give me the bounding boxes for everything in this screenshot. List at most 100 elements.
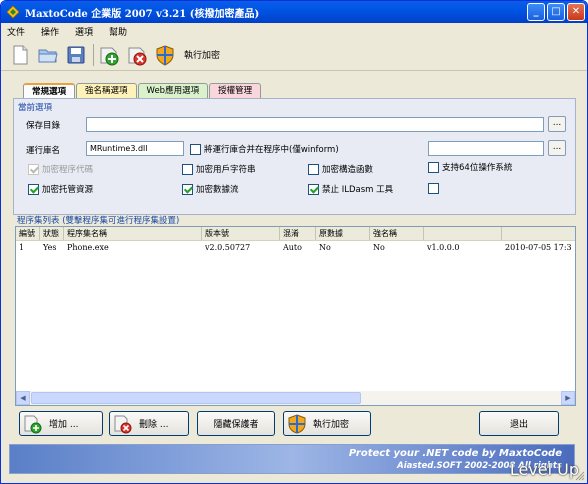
app-window: MaxtoCode 企業版 2007 v3.21 (核撥加密產品) _ □ ✕ … (0, 0, 588, 484)
support-64bit-checkbox[interactable]: 支持64位操作系統 (428, 161, 512, 173)
encrypt-user-strings-checkbox[interactable]: 加密用戶字符串 (182, 163, 256, 175)
exit-button[interactable]: 退出 (479, 411, 559, 436)
open-folder-icon[interactable] (37, 44, 59, 66)
col-number[interactable]: 編號 (16, 227, 40, 240)
cell-date: 2010-07-05 17:3 (505, 243, 572, 252)
encrypt-constructors-checkbox[interactable]: 加密構造函數 (308, 163, 373, 175)
encrypt-constructors-box[interactable] (308, 163, 319, 175)
encrypt-managed-resources-checkbox[interactable]: 加密托管資源 (28, 183, 93, 195)
run-encrypt-label: 執行加密 (313, 420, 350, 430)
footer-slogan: Protect your .NET code by MaxtoCode (348, 448, 562, 459)
footer-banner: Protect your .NET code by MaxtoCode Aias… (9, 444, 575, 474)
save-dir-label: 保存目錄 (26, 121, 61, 131)
runtime-label: 運行庫名 (26, 146, 61, 156)
cell-metadata: No (319, 243, 331, 252)
menu-help[interactable]: 幫助 (109, 25, 127, 38)
merge-path-input[interactable] (428, 141, 544, 156)
title-bar[interactable]: MaxtoCode 企業版 2007 v3.21 (核撥加密產品) _ □ ✕ (1, 1, 587, 23)
delete-button[interactable]: 刪除 ... (109, 411, 189, 436)
col-assembly-version[interactable] (424, 227, 502, 240)
shield-encrypt-icon[interactable] (154, 44, 176, 66)
encrypt-user-strings-box[interactable] (182, 163, 193, 175)
delete-icon (113, 414, 133, 434)
add-icon (23, 414, 43, 434)
col-assembly-name[interactable]: 程序集名稱 (64, 227, 202, 240)
menu-file[interactable]: 文件 (7, 25, 25, 38)
tab-strong-name-options[interactable]: 強名稱選項 (76, 83, 137, 98)
menu-options[interactable]: 選項 (75, 25, 93, 38)
merge-path-browse-button[interactable]: ... (548, 140, 566, 156)
col-metadata[interactable]: 原數據 (316, 227, 370, 240)
col-strong-name[interactable]: 強名稱 (370, 227, 424, 240)
merge-runtime-label: 將運行庫合并在程序中(僅winform) (204, 145, 339, 155)
menu-operation[interactable]: 操作 (41, 25, 59, 38)
support-64bit-label: 支持64位操作系統 (442, 163, 513, 173)
minimize-button[interactable]: _ (527, 3, 545, 21)
maximize-button[interactable]: □ (547, 3, 565, 21)
horizontal-scrollbar[interactable]: ◀ ▶ (16, 391, 575, 405)
level-up-watermark: Level Up (509, 460, 579, 479)
scrollbar-thumb[interactable] (31, 392, 361, 404)
cell-version: v2.0.50727 (205, 243, 251, 252)
merge-runtime-checkbox[interactable]: 將運行庫合并在程序中(僅winform) (190, 143, 339, 155)
save-dir-browse-button[interactable]: ... (548, 116, 566, 132)
block-ildasm-box[interactable] (308, 183, 319, 195)
unlabeled-option-box[interactable] (428, 183, 439, 194)
cell-strong-name: No (373, 243, 385, 252)
cell-number: 1 (19, 243, 25, 252)
unlabeled-option-checkbox[interactable] (428, 183, 442, 194)
hide-protector-label: 隱藏保護者 (213, 420, 259, 430)
exit-button-label: 退出 (509, 420, 528, 430)
tab-general-options[interactable]: 常規選項 (23, 83, 76, 99)
col-obfuscation[interactable]: 混淆 (280, 227, 316, 240)
encrypt-managed-resources-label: 加密托管資源 (42, 185, 94, 195)
add-button[interactable]: 增加 ... (19, 411, 103, 436)
save-dir-input[interactable] (86, 117, 544, 132)
run-encrypt-toolbar-label[interactable]: 執行加密 (184, 48, 220, 61)
merge-runtime-box[interactable] (190, 143, 201, 155)
scroll-left-arrow-icon[interactable]: ◀ (16, 391, 30, 405)
assembly-list-header: 編號 狀態 程序集名稱 版本號 混淆 原數據 強名稱 (16, 227, 575, 241)
run-encrypt-button[interactable]: 執行加密 (283, 411, 371, 436)
toolbar-separator (93, 43, 94, 66)
window-title: MaxtoCode 企業版 2007 v3.21 (核撥加密產品) (25, 8, 260, 20)
delete-button-label: 刪除 ... (139, 420, 169, 430)
runtime-name-input[interactable]: MRuntime3.dll (86, 141, 184, 156)
col-status[interactable]: 狀態 (40, 227, 64, 240)
hide-protector-button[interactable]: 隱藏保護者 (197, 411, 275, 436)
cell-assembly-name: Phone.exe (67, 243, 109, 252)
encrypt-managed-resources-box[interactable] (28, 183, 39, 195)
encrypt-constructors-label: 加密構造函數 (322, 165, 374, 175)
encrypt-code-checkbox: 加密程序代碼 (28, 163, 93, 175)
resize-grip-icon[interactable] (575, 471, 585, 481)
new-file-icon[interactable] (9, 44, 31, 66)
encrypt-code-box (28, 163, 39, 175)
tab-license-management[interactable]: 授權管理 (209, 83, 262, 98)
encrypt-data-stream-box[interactable] (182, 183, 193, 195)
col-version[interactable]: 版本號 (202, 227, 280, 240)
remove-assembly-icon[interactable] (126, 44, 148, 66)
shield-icon (287, 413, 307, 434)
block-ildasm-checkbox[interactable]: 禁止 ILDasm 工具 (308, 183, 393, 195)
encrypt-user-strings-label: 加密用戶字符串 (196, 165, 256, 175)
save-disk-icon[interactable] (65, 44, 87, 66)
tab-web-app-options[interactable]: Web應用選項 (137, 83, 209, 98)
scroll-right-arrow-icon[interactable]: ▶ (561, 391, 575, 405)
cell-obfuscation: Auto (283, 243, 302, 252)
encrypt-data-stream-label: 加密數據流 (196, 185, 239, 195)
current-options-title: 當前選項 (18, 103, 53, 113)
col-date[interactable] (502, 227, 574, 240)
add-assembly-icon[interactable] (98, 44, 120, 66)
encrypt-data-stream-checkbox[interactable]: 加密數據流 (182, 183, 239, 195)
table-row[interactable]: 1 Yes Phone.exe v2.0.50727 Auto No No v1… (16, 241, 575, 254)
maxtocode-app-icon (6, 5, 20, 19)
add-button-label: 增加 ... (49, 420, 79, 430)
encrypt-code-label: 加密程序代碼 (42, 165, 94, 175)
close-button[interactable]: ✕ (567, 3, 585, 21)
options-tabs: 常規選項 強名稱選項 Web應用選項 授權管理 (23, 83, 262, 99)
general-options-panel: 當前選項 保存目錄 ... 運行庫名 MRuntime3.dll 將運行庫合并在… (13, 98, 576, 215)
assembly-list[interactable]: 編號 狀態 程序集名稱 版本號 混淆 原數據 強名稱 1 Yes Phone.e… (15, 226, 576, 406)
block-ildasm-label: 禁止 ILDasm 工具 (322, 185, 394, 195)
support-64bit-box[interactable] (428, 161, 439, 173)
toolbar: 執行加密 (1, 39, 587, 71)
